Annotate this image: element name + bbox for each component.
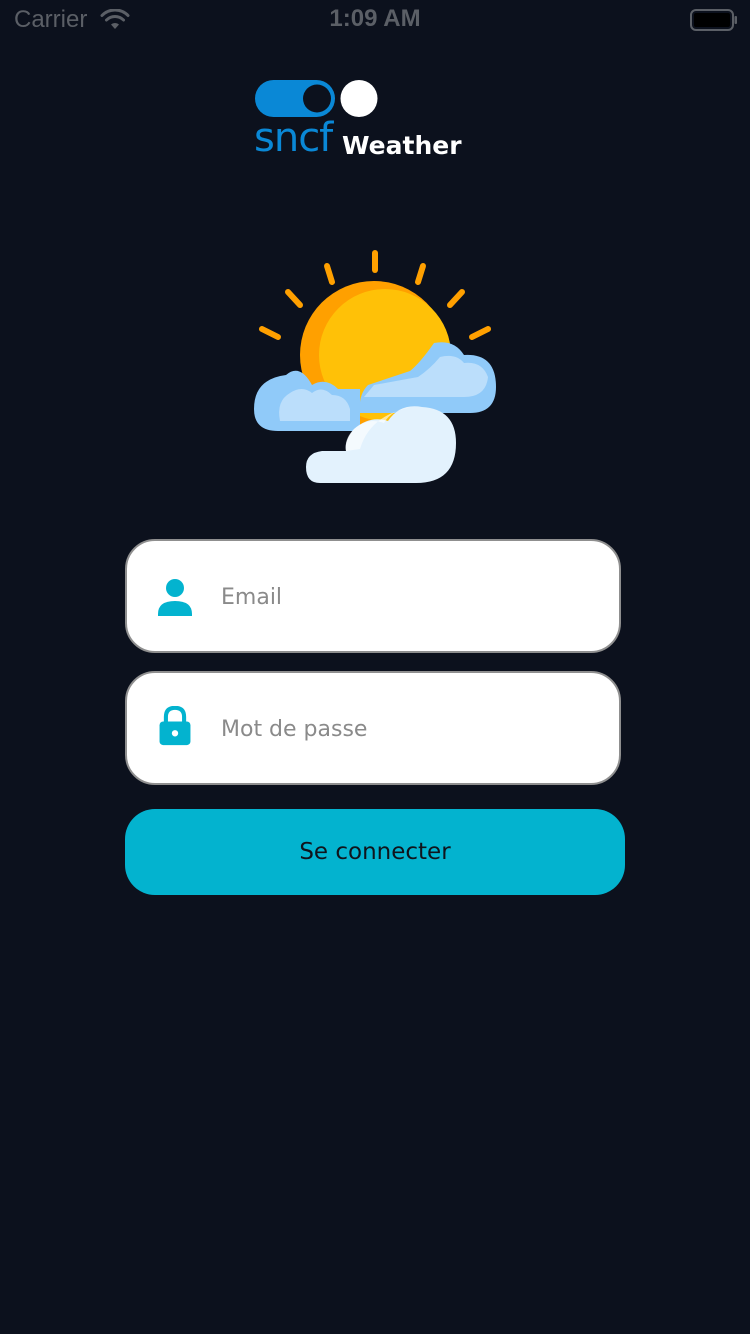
status-bar: Carrier 1:09 AM (0, 0, 750, 40)
battery-icon (690, 9, 737, 31)
password-input[interactable] (221, 703, 601, 755)
app-name: Weather (342, 131, 462, 160)
lock-icon (159, 706, 191, 746)
app-logo: sncf Weather (254, 78, 474, 168)
brand-name: sncf (254, 115, 333, 161)
email-input[interactable] (221, 571, 601, 623)
status-time: 1:09 AM (329, 5, 421, 32)
email-field[interactable] (125, 539, 621, 653)
toggle-logo-icon (255, 80, 378, 117)
user-icon (158, 579, 192, 616)
login-button[interactable]: Se connecter (125, 809, 625, 895)
password-field[interactable] (125, 671, 621, 785)
sun-behind-clouds-icon (254, 250, 496, 483)
